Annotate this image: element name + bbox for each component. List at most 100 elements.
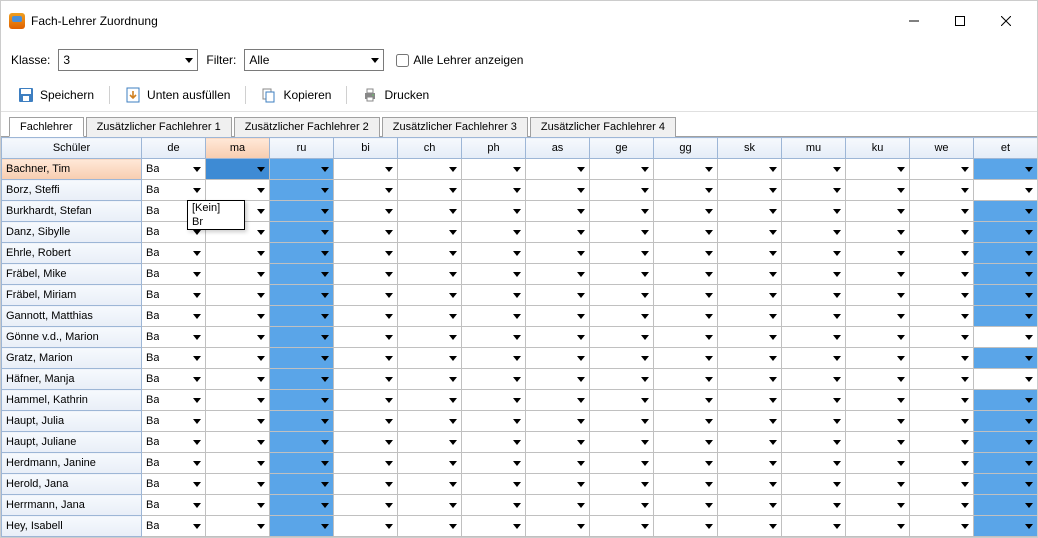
- cell-ph[interactable]: [462, 411, 526, 432]
- cell-ge[interactable]: [590, 432, 654, 453]
- close-button[interactable]: [983, 7, 1029, 35]
- cell-ge[interactable]: [590, 264, 654, 285]
- cell-ku[interactable]: [846, 453, 910, 474]
- cell-sk[interactable]: [718, 243, 782, 264]
- cell-ch[interactable]: [398, 474, 462, 495]
- cell-ma[interactable]: [206, 264, 270, 285]
- fill-down-button[interactable]: Unten ausfüllen: [116, 83, 239, 107]
- cell-gg[interactable]: [654, 495, 718, 516]
- cell-ku[interactable]: [846, 369, 910, 390]
- cell-gg[interactable]: [654, 390, 718, 411]
- tab-1[interactable]: Zusätzlicher Fachlehrer 1: [86, 117, 232, 137]
- cell-we[interactable]: [910, 348, 974, 369]
- row-header[interactable]: Kirchner, Christine: [2, 537, 142, 538]
- cell-ph[interactable]: [462, 474, 526, 495]
- cell-we[interactable]: [910, 453, 974, 474]
- cell-ch[interactable]: [398, 432, 462, 453]
- cell-we[interactable]: [910, 243, 974, 264]
- col-header-et[interactable]: et: [974, 138, 1038, 159]
- cell-as[interactable]: [526, 516, 590, 537]
- cell-we[interactable]: [910, 201, 974, 222]
- row-header[interactable]: Herdmann, Janine: [2, 453, 142, 474]
- cell-ru[interactable]: [270, 243, 334, 264]
- maximize-button[interactable]: [937, 7, 983, 35]
- cell-ge[interactable]: [590, 537, 654, 538]
- cell-gg[interactable]: [654, 285, 718, 306]
- cell-ge[interactable]: [590, 159, 654, 180]
- cell-mu[interactable]: [782, 243, 846, 264]
- cell-ku[interactable]: [846, 537, 910, 538]
- cell-mu[interactable]: [782, 432, 846, 453]
- cell-sk[interactable]: [718, 516, 782, 537]
- cell-we[interactable]: [910, 474, 974, 495]
- cell-bi[interactable]: [334, 516, 398, 537]
- cell-et[interactable]: [974, 201, 1038, 222]
- cell-gg[interactable]: [654, 222, 718, 243]
- cell-de[interactable]: Ba: [142, 411, 206, 432]
- cell-ch[interactable]: [398, 285, 462, 306]
- col-header-ku[interactable]: ku: [846, 138, 910, 159]
- cell-ru[interactable]: [270, 369, 334, 390]
- col-header-ma[interactable]: ma: [206, 138, 270, 159]
- cell-ph[interactable]: [462, 327, 526, 348]
- cell-ku[interactable]: [846, 432, 910, 453]
- cell-ch[interactable]: [398, 411, 462, 432]
- cell-bi[interactable]: [334, 327, 398, 348]
- cell-ge[interactable]: [590, 369, 654, 390]
- cell-ph[interactable]: [462, 201, 526, 222]
- cell-we[interactable]: [910, 327, 974, 348]
- cell-sk[interactable]: [718, 369, 782, 390]
- cell-bi[interactable]: [334, 201, 398, 222]
- klass-combo[interactable]: 3: [58, 49, 198, 71]
- cell-dropdown-popup[interactable]: [Kein]Br: [187, 200, 245, 230]
- cell-gg[interactable]: [654, 201, 718, 222]
- cell-gg[interactable]: [654, 327, 718, 348]
- cell-de[interactable]: Ba: [142, 516, 206, 537]
- cell-et[interactable]: [974, 516, 1038, 537]
- cell-as[interactable]: [526, 432, 590, 453]
- cell-ch[interactable]: [398, 390, 462, 411]
- cell-de[interactable]: Ba: [142, 180, 206, 201]
- cell-gg[interactable]: [654, 369, 718, 390]
- cell-as[interactable]: [526, 159, 590, 180]
- cell-mu[interactable]: [782, 222, 846, 243]
- cell-ph[interactable]: [462, 348, 526, 369]
- cell-et[interactable]: [974, 243, 1038, 264]
- cell-de[interactable]: Ba: [142, 348, 206, 369]
- cell-bi[interactable]: [334, 432, 398, 453]
- cell-we[interactable]: [910, 264, 974, 285]
- cell-we[interactable]: [910, 432, 974, 453]
- col-header-mu[interactable]: mu: [782, 138, 846, 159]
- cell-ph[interactable]: [462, 390, 526, 411]
- cell-ph[interactable]: [462, 285, 526, 306]
- row-header[interactable]: Fräbel, Mike: [2, 264, 142, 285]
- cell-ph[interactable]: [462, 516, 526, 537]
- cell-gg[interactable]: [654, 474, 718, 495]
- cell-ch[interactable]: [398, 180, 462, 201]
- cell-ma[interactable]: [206, 327, 270, 348]
- cell-de[interactable]: Ba: [142, 285, 206, 306]
- cell-as[interactable]: [526, 327, 590, 348]
- cell-sk[interactable]: [718, 474, 782, 495]
- cell-as[interactable]: [526, 264, 590, 285]
- show-all-checkbox[interactable]: Alle Lehrer anzeigen: [396, 53, 523, 67]
- cell-et[interactable]: [974, 495, 1038, 516]
- cell-we[interactable]: [910, 495, 974, 516]
- cell-mu[interactable]: [782, 495, 846, 516]
- col-header-sk[interactable]: sk: [718, 138, 782, 159]
- cell-mu[interactable]: [782, 453, 846, 474]
- cell-de[interactable]: Ba: [142, 474, 206, 495]
- cell-bi[interactable]: [334, 285, 398, 306]
- cell-ma[interactable]: [206, 390, 270, 411]
- row-header[interactable]: Häfner, Manja: [2, 369, 142, 390]
- cell-de[interactable]: Ba: [142, 432, 206, 453]
- cell-ge[interactable]: [590, 495, 654, 516]
- cell-gg[interactable]: [654, 306, 718, 327]
- cell-ge[interactable]: [590, 285, 654, 306]
- cell-gg[interactable]: [654, 180, 718, 201]
- cell-sk[interactable]: [718, 327, 782, 348]
- cell-de[interactable]: Ba: [142, 453, 206, 474]
- cell-ch[interactable]: [398, 222, 462, 243]
- cell-as[interactable]: [526, 474, 590, 495]
- cell-ge[interactable]: [590, 180, 654, 201]
